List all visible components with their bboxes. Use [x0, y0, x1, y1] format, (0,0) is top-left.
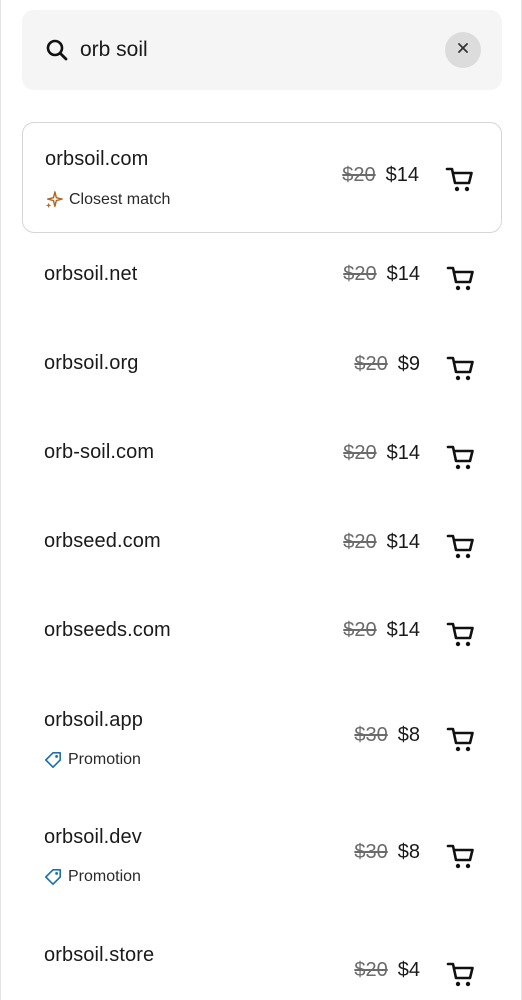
sale-price: $8 — [397, 841, 420, 863]
cart-icon — [446, 622, 476, 653]
cart-icon — [446, 534, 476, 565]
price-group: $20 $14 — [343, 263, 420, 286]
sparkle-icon — [45, 191, 69, 209]
cart-icon — [446, 844, 476, 875]
domain-result-row[interactable]: orbsoil.com Closest match $20 $14 — [22, 122, 502, 233]
badge-label: Promotion — [68, 751, 141, 768]
add-to-cart-button[interactable] — [446, 263, 476, 293]
promotion-badge: Promotion — [44, 751, 141, 769]
original-price: $20 — [343, 263, 377, 285]
add-to-cart-button[interactable] — [446, 619, 476, 649]
original-price: $20 — [342, 164, 376, 186]
domain-name: orb-soil.com — [44, 441, 155, 463]
add-to-cart-button[interactable] — [446, 959, 476, 989]
domain-name: orbseed.com — [44, 530, 161, 552]
domain-result-row[interactable]: orbseeds.com $20 $14 — [22, 589, 502, 679]
price-group: $20 $14 — [342, 164, 419, 187]
price-group: $30 $8 — [354, 841, 420, 864]
tag-icon — [44, 868, 68, 886]
original-price: $30 — [354, 841, 388, 863]
domain-name: orbsoil.store — [44, 944, 155, 966]
domain-search-page: orbsoil.comClosest match$20$14orbsoil.ne… — [0, 0, 522, 1000]
sale-price: $14 — [386, 531, 420, 553]
add-to-cart-button[interactable] — [446, 442, 476, 472]
price-group: $20 $4 — [354, 959, 420, 982]
price-group: $20 $9 — [354, 353, 420, 376]
sale-price: $9 — [397, 353, 420, 375]
domain-name: orbsoil.dev — [44, 826, 142, 848]
original-price: $20 — [343, 531, 377, 553]
domain-result-row[interactable]: orbsoil.net $20 $14 — [22, 233, 502, 322]
promotion-badge: Promotion — [44, 868, 141, 886]
domain-name: orbseeds.com — [44, 619, 171, 641]
cart-icon — [445, 167, 475, 198]
add-to-cart-button[interactable] — [446, 724, 476, 754]
closest-match-badge: Closest match — [45, 191, 170, 209]
sale-price: $8 — [397, 724, 420, 746]
domain-result-row[interactable]: orbsoil.app Promotion $30 $8 — [22, 679, 502, 796]
domain-result-row[interactable]: orbseed.com $20 $14 — [22, 500, 502, 589]
price-group: $20 $14 — [343, 531, 420, 554]
add-to-cart-button[interactable] — [446, 841, 476, 871]
search-icon — [44, 37, 70, 63]
domain-result-row[interactable]: orbsoil.store $20 $4 — [22, 913, 502, 993]
original-price: $20 — [354, 959, 388, 981]
original-price: $20 — [343, 619, 377, 641]
original-price: $20 — [343, 442, 377, 464]
clear-search-button[interactable] — [445, 32, 481, 68]
search-bar — [22, 10, 502, 90]
tag-icon — [44, 751, 68, 769]
results-list: orbsoil.com Closest match $20 $14 orbsoil.ne… — [22, 122, 502, 993]
price-group: $20 $14 — [343, 619, 420, 642]
price-group: $30 $8 — [354, 724, 420, 747]
domain-name: orbsoil.com — [45, 148, 149, 170]
sale-price: $14 — [386, 442, 420, 464]
domain-result-row[interactable]: orb-soil.com $20 $14 — [22, 411, 502, 500]
badge-label: Closest match — [69, 191, 171, 208]
sale-price: $14 — [386, 619, 420, 641]
cart-icon — [446, 962, 476, 993]
domain-name: orbsoil.org — [44, 352, 139, 374]
sale-price: $4 — [397, 959, 420, 981]
sale-price: $14 — [385, 164, 419, 186]
badge-label: Promotion — [68, 868, 141, 885]
add-to-cart-button[interactable] — [446, 353, 476, 383]
close-icon — [457, 41, 469, 59]
cart-icon — [446, 727, 476, 758]
cart-icon — [446, 356, 476, 387]
domain-name: orbsoil.net — [44, 263, 138, 285]
add-to-cart-button[interactable] — [446, 531, 476, 561]
domain-result-row[interactable]: orbsoil.org $20 $9 — [22, 322, 502, 411]
sale-price: $14 — [386, 263, 420, 285]
add-to-cart-button[interactable] — [445, 164, 475, 194]
cart-icon — [446, 266, 476, 297]
cart-icon — [446, 445, 476, 476]
domain-result-row[interactable]: orbsoil.dev Promotion $30 $8 — [22, 796, 502, 913]
price-group: $20 $14 — [343, 442, 420, 465]
original-price: $30 — [354, 724, 388, 746]
search-input[interactable] — [80, 38, 445, 62]
domain-name: orbsoil.app — [44, 709, 143, 731]
original-price: $20 — [354, 353, 388, 375]
